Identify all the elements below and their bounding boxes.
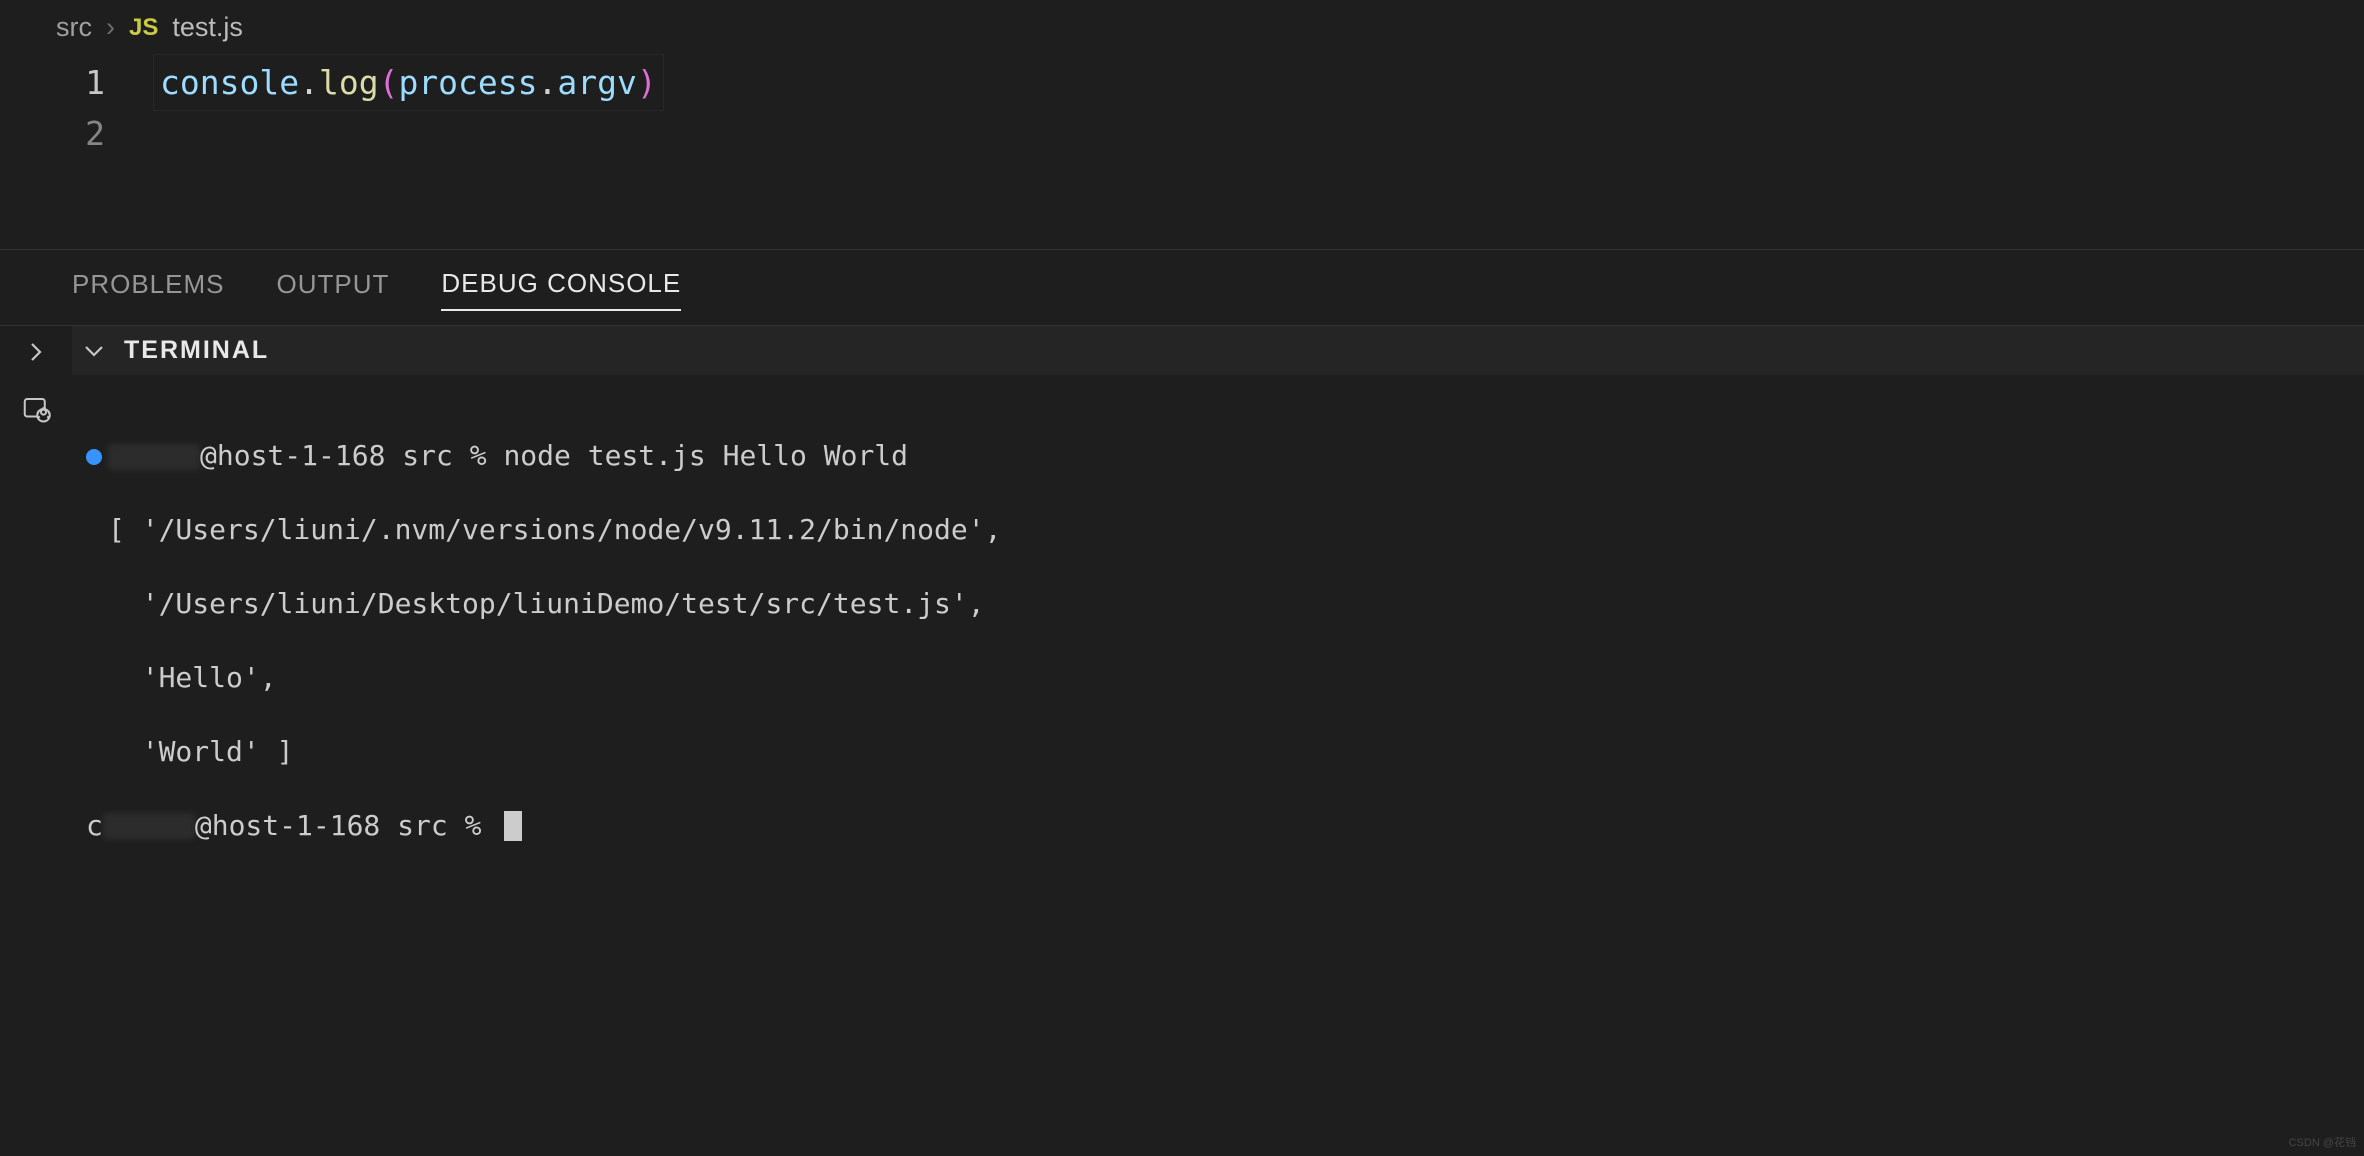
tab-debug-console[interactable]: DEBUG CONSOLE	[441, 268, 681, 311]
prompt-prefix: c	[86, 808, 103, 845]
panel-gutter	[0, 326, 72, 1156]
line-number: 2	[0, 108, 160, 159]
token-paren: (	[379, 63, 399, 102]
watermark: CSDN @花铛	[2289, 1134, 2356, 1150]
terminal-line: '/Users/liuni/Desktop/liuniDemo/test/src…	[108, 586, 985, 623]
terminal-line: [ '/Users/liuni/.nvm/versions/node/v9.11…	[108, 512, 1001, 549]
terminal-title: TERMINAL	[124, 336, 269, 365]
chevron-right-icon[interactable]	[24, 340, 48, 364]
breadcrumb-root[interactable]: src	[56, 12, 92, 43]
bullet-icon	[86, 449, 102, 465]
terminal-command: node test.js Hello World	[503, 438, 908, 475]
debug-console-icon[interactable]	[21, 394, 51, 424]
chevron-down-icon	[82, 339, 106, 363]
line-number: 1	[0, 57, 160, 108]
panel-tabs: PROBLEMS OUTPUT DEBUG CONSOLE	[0, 250, 2364, 325]
terminal-header[interactable]: TERMINAL	[72, 326, 2364, 375]
token-paren: )	[637, 63, 657, 102]
terminal-line: 'World' ]	[108, 734, 293, 771]
tab-problems[interactable]: PROBLEMS	[72, 269, 225, 310]
token-identifier: argv	[557, 63, 636, 102]
redacted-text	[103, 813, 195, 839]
terminal-line: 'Hello',	[108, 660, 277, 697]
prompt-host: @host-1-168 src %	[195, 808, 498, 845]
breadcrumb-file[interactable]: test.js	[172, 12, 243, 43]
code-editor[interactable]: 1 console.log(process.argv) 2	[0, 55, 2364, 249]
bottom-panel: PROBLEMS OUTPUT DEBUG CONSOLE	[0, 249, 2364, 1156]
token-function: log	[319, 63, 379, 102]
js-file-icon: JS	[129, 14, 158, 42]
prompt-host: @host-1-168 src %	[200, 438, 503, 475]
token-identifier: process	[398, 63, 537, 102]
breadcrumb: src › JS test.js	[0, 0, 2364, 55]
token-dot: .	[538, 63, 558, 102]
token-identifier: console	[160, 63, 299, 102]
chevron-right-icon: ›	[106, 12, 115, 43]
token-dot: .	[299, 63, 319, 102]
redacted-text	[108, 444, 200, 470]
terminal-cursor	[504, 811, 522, 841]
code-line[interactable]: console.log(process.argv)	[160, 57, 657, 108]
tab-output[interactable]: OUTPUT	[277, 269, 390, 310]
terminal-output[interactable]: @host-1-168 src % node test.js Hello Wor…	[72, 375, 2364, 926]
